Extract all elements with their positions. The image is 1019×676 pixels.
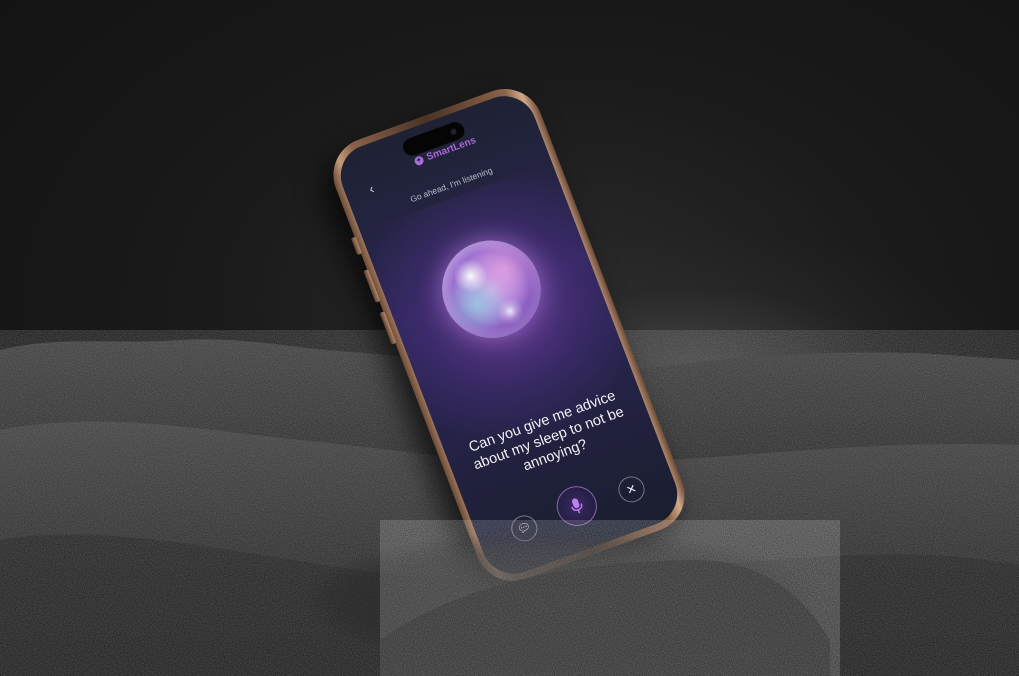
close-icon: ✕ (624, 481, 639, 498)
scene-background: ✦ SmartLens ‹ Go ahead, I'm listening Ca… (0, 0, 1019, 676)
chat-bubble-icon: 💬︎ (515, 520, 534, 537)
close-button[interactable]: ✕ (614, 472, 649, 506)
chevron-left-icon: ‹ (366, 181, 377, 197)
microphone-button[interactable] (550, 480, 603, 532)
brand-logo-icon: ✦ (413, 155, 425, 167)
camera-icon (449, 127, 458, 136)
microphone-icon (571, 498, 583, 514)
back-button[interactable]: ‹ (361, 179, 382, 199)
chat-button[interactable]: 💬︎ (507, 511, 542, 545)
